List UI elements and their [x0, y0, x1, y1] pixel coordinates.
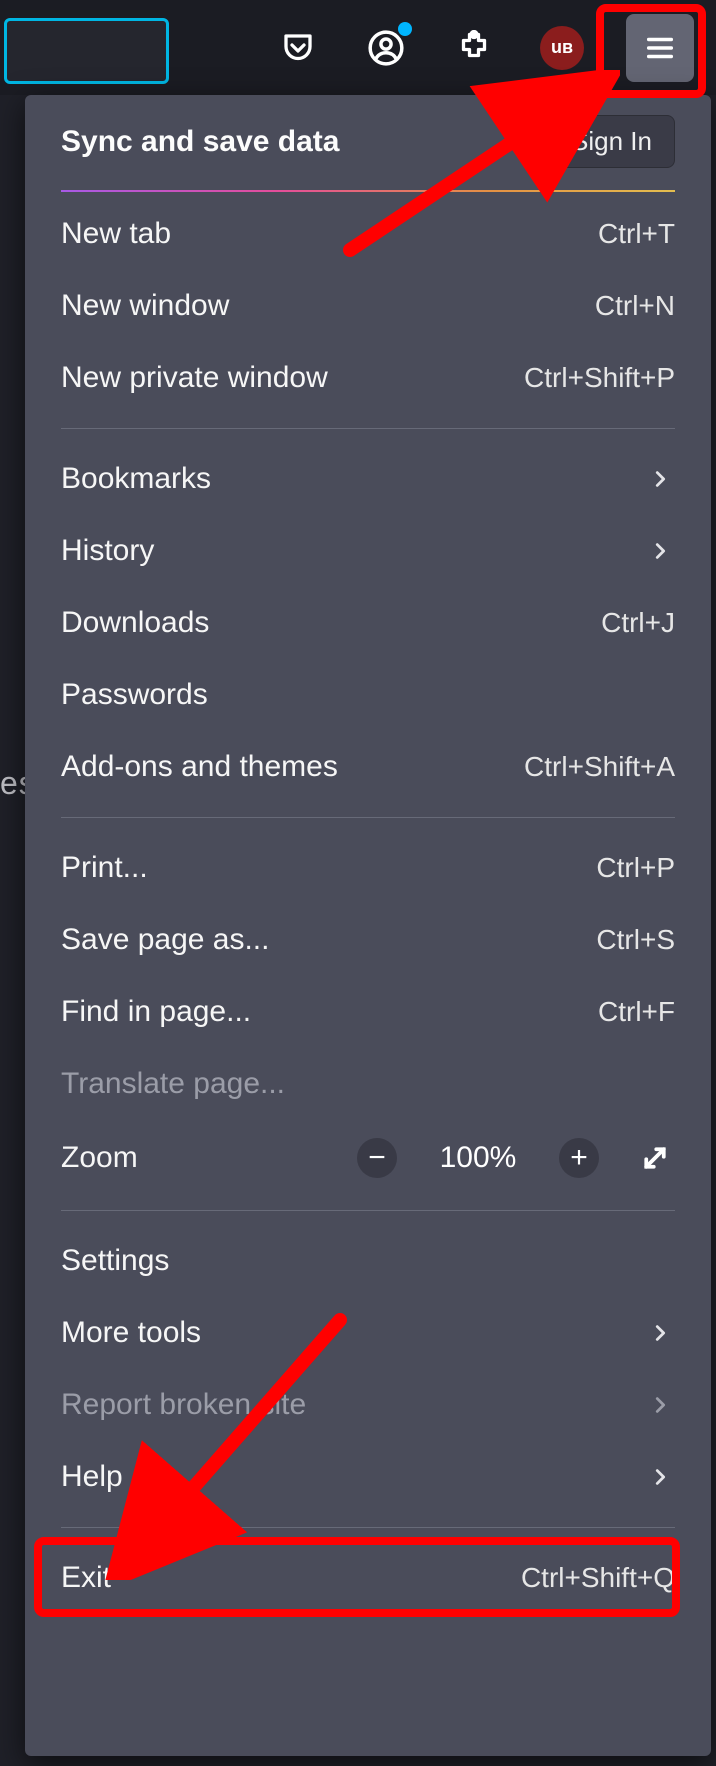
menu-item-help[interactable]: Help [25, 1441, 711, 1513]
menu-item-more-tools[interactable]: More tools [25, 1297, 711, 1369]
zoom-out-button[interactable]: − [357, 1138, 397, 1178]
menu-shortcut: Ctrl+P [596, 852, 675, 884]
menu-label: More tools [61, 1316, 201, 1350]
menu-label: New window [61, 289, 229, 323]
menu-label: Bookmarks [61, 462, 211, 496]
menu-label: Settings [61, 1244, 169, 1278]
menu-label: Find in page... [61, 995, 251, 1029]
menu-label: History [61, 534, 154, 568]
menu-item-downloads[interactable]: Downloads Ctrl+J [25, 587, 711, 659]
extensions-icon[interactable] [450, 24, 498, 72]
address-bar[interactable] [4, 18, 169, 84]
chevron-right-icon [645, 1318, 675, 1348]
chevron-right-icon [645, 536, 675, 566]
fullscreen-icon[interactable] [635, 1138, 675, 1178]
menu-label: Exit [61, 1561, 111, 1595]
separator [61, 1210, 675, 1211]
menu-shortcut: Ctrl+T [598, 218, 675, 250]
app-menu-button[interactable] [626, 14, 694, 82]
menu-item-bookmarks[interactable]: Bookmarks [25, 443, 711, 515]
menu-item-new-window[interactable]: New window Ctrl+N [25, 270, 711, 342]
gradient-separator [61, 190, 675, 192]
chevron-right-icon [645, 464, 675, 494]
ublock-icon[interactable]: uʙ [538, 24, 586, 72]
menu-shortcut: Ctrl+Shift+A [524, 751, 675, 783]
toolbar-icons: uʙ [274, 0, 694, 95]
chevron-right-icon [645, 1390, 675, 1420]
menu-label: Report broken site [61, 1388, 306, 1422]
menu-item-print[interactable]: Print... Ctrl+P [25, 832, 711, 904]
zoom-label: Zoom [61, 1141, 138, 1175]
menu-item-exit[interactable]: Exit Ctrl+Shift+Q [25, 1542, 711, 1614]
menu-label: Passwords [61, 678, 208, 712]
menu-label: New private window [61, 361, 328, 395]
menu-label: Help [61, 1460, 123, 1494]
zoom-value: 100% [433, 1141, 523, 1175]
menu-shortcut: Ctrl+F [598, 996, 675, 1028]
menu-item-new-tab[interactable]: New tab Ctrl+T [25, 198, 711, 270]
menu-item-history[interactable]: History [25, 515, 711, 587]
sign-in-button[interactable]: Sign In [548, 115, 675, 168]
pocket-icon[interactable] [274, 24, 322, 72]
menu-item-find-in-page[interactable]: Find in page... Ctrl+F [25, 976, 711, 1048]
menu-label: New tab [61, 217, 171, 251]
menu-item-addons[interactable]: Add-ons and themes Ctrl+Shift+A [25, 731, 711, 803]
menu-label: Add-ons and themes [61, 750, 338, 784]
menu-label: Translate page... [61, 1067, 285, 1101]
separator [61, 817, 675, 818]
chevron-right-icon [645, 1462, 675, 1492]
menu-shortcut: Ctrl+Shift+Q [521, 1562, 675, 1594]
sync-title: Sync and save data [61, 125, 339, 159]
sync-row[interactable]: Sync and save data Sign In [25, 95, 711, 190]
notification-dot-icon [398, 22, 412, 36]
account-icon[interactable] [362, 24, 410, 72]
menu-item-settings[interactable]: Settings [25, 1225, 711, 1297]
menu-label: Save page as... [61, 923, 269, 957]
menu-shortcut: Ctrl+N [595, 290, 675, 322]
menu-item-report-broken-site: Report broken site [25, 1369, 711, 1441]
menu-shortcut: Ctrl+S [596, 924, 675, 956]
app-menu-panel: Sync and save data Sign In New tab Ctrl+… [25, 95, 711, 1756]
menu-shortcut: Ctrl+Shift+P [524, 362, 675, 394]
menu-shortcut: Ctrl+J [601, 607, 675, 639]
separator [61, 428, 675, 429]
menu-item-translate-page: Translate page... [25, 1048, 711, 1120]
menu-item-passwords[interactable]: Passwords [25, 659, 711, 731]
menu-item-save-page-as[interactable]: Save page as... Ctrl+S [25, 904, 711, 976]
browser-toolbar: uʙ [0, 0, 716, 95]
separator [61, 1527, 675, 1528]
zoom-in-button[interactable]: + [559, 1138, 599, 1178]
menu-item-zoom: Zoom − 100% + [25, 1120, 711, 1196]
menu-item-new-private-window[interactable]: New private window Ctrl+Shift+P [25, 342, 711, 414]
menu-label: Print... [61, 851, 148, 885]
menu-label: Downloads [61, 606, 209, 640]
